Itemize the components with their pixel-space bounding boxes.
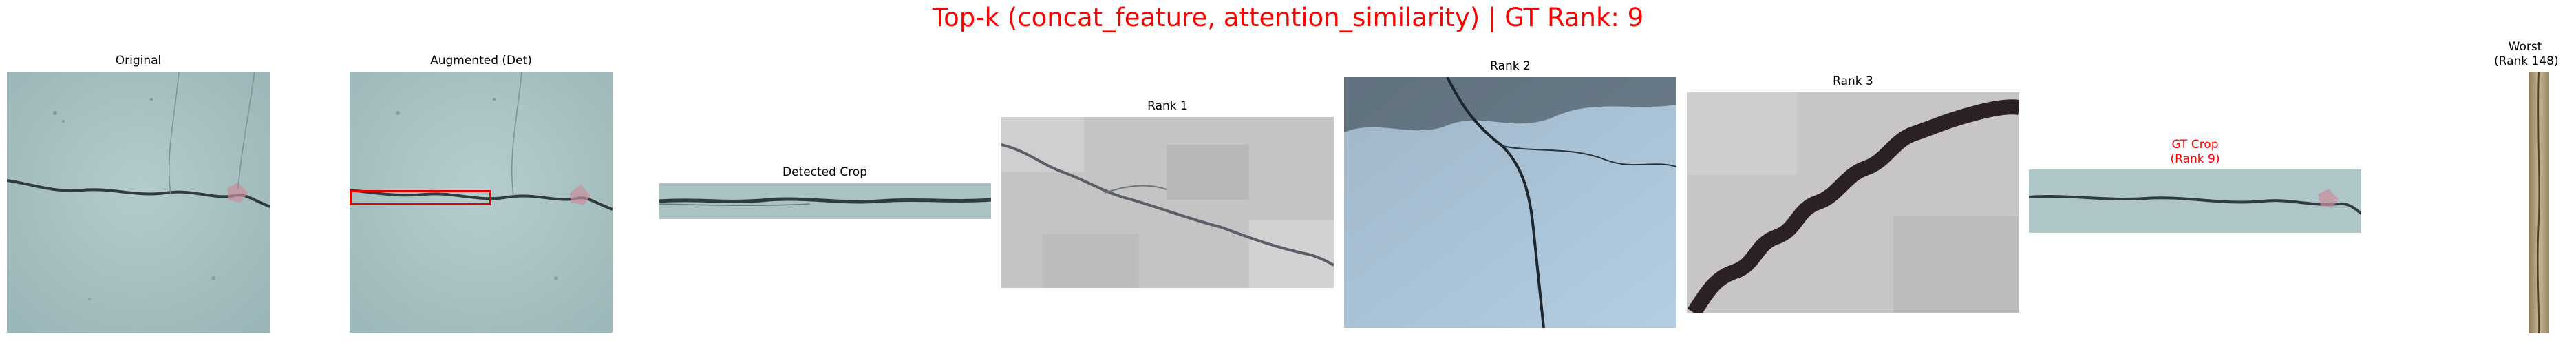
worst-image <box>2529 72 2549 333</box>
original-image <box>7 72 270 333</box>
panel-title-rank1: Rank 1 <box>1147 99 1188 113</box>
gt-crop-title-line1: GT Crop <box>2171 138 2219 152</box>
rank3-image <box>1687 92 2019 313</box>
panel-title-detected-crop: Detected Crop <box>782 165 868 179</box>
rank1-image <box>1001 117 1334 288</box>
panel-title-original: Original <box>115 54 162 68</box>
gt-crop-image <box>2029 169 2361 233</box>
augmented-image <box>350 72 613 333</box>
panel-title-augmented: Augmented (Det) <box>430 54 532 68</box>
worst-title-line2: (Rank 148) <box>2494 54 2559 68</box>
panel-title-gt-crop: GT Crop (Rank 9) <box>2029 138 2361 167</box>
detection-box <box>350 190 491 205</box>
detected-crop-image <box>659 183 991 219</box>
worst-title-line1: Worst <box>2508 40 2542 54</box>
panel-title-rank3: Rank 3 <box>1833 74 1873 88</box>
panel-title-rank2: Rank 2 <box>1490 59 1531 73</box>
panel-title-worst: Worst (Rank 148) <box>2494 40 2559 69</box>
rank2-image <box>1344 77 1676 328</box>
gt-crop-title-line2: (Rank 9) <box>2170 152 2220 166</box>
figure-title: Top-k (concat_feature, attention_similar… <box>932 3 1644 32</box>
